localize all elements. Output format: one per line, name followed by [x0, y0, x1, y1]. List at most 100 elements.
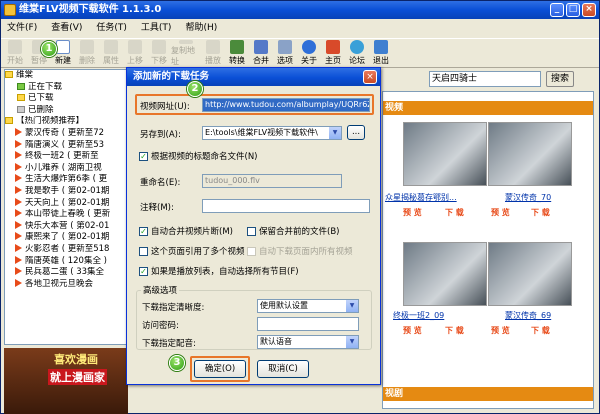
- arrow-icon: [15, 127, 22, 136]
- tree-item[interactable]: 小儿难养 ( 湖南卫视: [5, 162, 127, 175]
- saveas-select[interactable]: E:\tools\维棠FLV视频下载软件\ ▼: [202, 126, 342, 140]
- options-icon: [278, 40, 292, 54]
- tree-item[interactable]: 天天向上 ( 第02-01期: [5, 197, 127, 210]
- convert-icon: [230, 40, 244, 54]
- dub-select[interactable]: 默认语音 ▼: [257, 335, 359, 349]
- ad-banner[interactable]: 喜欢漫画 就上漫画家: [4, 348, 128, 414]
- note-field[interactable]: [202, 199, 370, 213]
- app-title: 维棠FLV视频下载软件 1.1.3.0: [19, 4, 162, 15]
- merge-button[interactable]: 合并: [249, 39, 273, 67]
- tree-item[interactable]: 终极一班2 ( 更新至: [5, 151, 127, 163]
- rename-field[interactable]: tudou_000.flv: [202, 174, 342, 188]
- video-caption[interactable]: 蒙汉传奇_70: [505, 192, 551, 203]
- password-field[interactable]: [257, 317, 359, 331]
- ok-highlight: [190, 356, 250, 382]
- forum-icon: [350, 40, 364, 54]
- download-link[interactable]: 下 载: [445, 325, 464, 336]
- convert-button[interactable]: 转换: [225, 39, 249, 67]
- search-input[interactable]: 天启四骑士: [429, 71, 541, 87]
- tree-item[interactable]: 快乐大本营 ( 第02-01: [5, 220, 127, 233]
- advanced-label: 高级选项: [141, 284, 180, 296]
- preview-link[interactable]: 预 览: [403, 325, 422, 336]
- multi-video-checkbox[interactable]: 这个页面引用了多个视频: [139, 245, 245, 257]
- arrow-icon: [15, 267, 22, 276]
- tree-item[interactable]: 隋唐演义 ( 更新至53: [5, 139, 127, 152]
- media-icon: [206, 40, 220, 54]
- video-thumbnail[interactable]: [488, 242, 572, 306]
- tree-item[interactable]: 各地卫视元旦晚会: [5, 278, 127, 291]
- menu-view[interactable]: 查看(V): [51, 19, 82, 37]
- preview-link[interactable]: 预 览: [491, 325, 510, 336]
- menu-help[interactable]: 帮助(H): [185, 19, 217, 37]
- download-link[interactable]: 下 载: [531, 207, 550, 218]
- dialog-close-button[interactable]: ×: [363, 70, 377, 84]
- tree-item[interactable]: 民兵葛二蛋 ( 33集全: [5, 267, 127, 279]
- video-thumbnail[interactable]: [488, 122, 572, 186]
- web-panel: 视频 众星揭秘葛存鄂别... 预 览 下 载 蒙汉传奇_70 预 览 下 载 终…: [382, 91, 594, 409]
- keep-before-merge-checkbox[interactable]: 保留合并前的文件(B): [247, 225, 339, 237]
- tree-item[interactable]: 蒙汉传奇 ( 更新至72: [5, 127, 127, 140]
- close-button[interactable]: ×: [582, 3, 596, 17]
- tree-item-downloading[interactable]: 正在下载: [5, 82, 127, 94]
- section-header: 视剧: [383, 387, 593, 401]
- arrow-icon: [15, 174, 22, 183]
- download-link[interactable]: 下 载: [531, 325, 550, 336]
- menu-tools[interactable]: 工具(T): [141, 19, 172, 37]
- tree-item[interactable]: 康熙来了 ( 第02-01期: [5, 232, 127, 244]
- new-file-icon: [56, 40, 70, 54]
- merge-icon: [254, 40, 268, 54]
- download-link[interactable]: 下 载: [445, 207, 464, 218]
- tree-item[interactable]: 我是歌手 ( 第02-01期: [5, 185, 127, 198]
- video-thumbnail[interactable]: [403, 242, 487, 306]
- tree-item[interactable]: 生活大爆炸第6季 ( 更: [5, 174, 127, 186]
- about-button[interactable]: 关于: [297, 39, 321, 67]
- dialog-title: 添加新的下载任务: [127, 68, 380, 86]
- properties-button[interactable]: 属性: [99, 39, 123, 67]
- saveas-label: 另存到(A):: [140, 130, 181, 140]
- tree-item[interactable]: 火影忍者 ( 更新至518: [5, 243, 127, 256]
- video-caption[interactable]: 众星揭秘葛存鄂别...: [385, 192, 457, 203]
- move-up-button[interactable]: 上移: [123, 39, 147, 67]
- delete-button[interactable]: 删除: [75, 39, 99, 67]
- tree-item-hot[interactable]: 【热门视频推荐】: [5, 116, 127, 128]
- clarity-select[interactable]: 使用默认设置 ▼: [257, 299, 359, 313]
- folder-icon: [17, 82, 25, 90]
- folder-icon: [17, 94, 25, 102]
- forum-button[interactable]: 论坛: [345, 39, 369, 67]
- playlist-checkbox[interactable]: ✓ 如果是播放列表，自动选择所有节目(F): [139, 265, 299, 277]
- arrow-icon: [15, 278, 22, 287]
- tree-item-deleted[interactable]: 已删除: [5, 105, 127, 117]
- preview-link[interactable]: 预 览: [403, 207, 422, 218]
- preview-link[interactable]: 预 览: [491, 207, 510, 218]
- search-button[interactable]: 搜索: [546, 71, 574, 87]
- tree-item-downloaded[interactable]: 已下载: [5, 93, 127, 105]
- auto-download-all-checkbox[interactable]: 自动下载页面内所有视频: [247, 245, 353, 257]
- step-badge-2: 2: [187, 81, 203, 97]
- copy-icon: [179, 40, 193, 44]
- video-caption[interactable]: 终极一班2_09: [393, 310, 444, 321]
- homepage-button[interactable]: 主页: [321, 39, 345, 67]
- section-header: 视频: [383, 101, 593, 115]
- start-button[interactable]: 开始: [3, 39, 27, 67]
- video-caption[interactable]: 蒙汉传奇_69: [505, 310, 551, 321]
- menu-task[interactable]: 任务(T): [96, 19, 127, 37]
- video-thumbnail[interactable]: [403, 122, 487, 186]
- rename-by-title-checkbox[interactable]: ✓ 根据视频的标题命名文件(N): [139, 150, 258, 162]
- clarity-label: 下载指定清晰度:: [142, 303, 205, 313]
- tree-item[interactable]: 本山带徒上春晚 ( 更新: [5, 209, 127, 221]
- menu-file[interactable]: 文件(F): [7, 19, 37, 37]
- play-button[interactable]: 播放: [201, 39, 225, 67]
- minimize-button[interactable]: _: [550, 3, 564, 17]
- cancel-button[interactable]: 取消(C): [257, 360, 309, 378]
- copy-url-button[interactable]: 复制地址: [171, 39, 201, 67]
- arrow-icon: [15, 185, 22, 194]
- maximize-button[interactable]: □: [566, 3, 580, 17]
- options-button[interactable]: 选项: [273, 39, 297, 67]
- auto-merge-checkbox[interactable]: ✓ 自动合并视频片断(M): [139, 225, 233, 237]
- browse-button[interactable]: ...: [347, 125, 365, 140]
- tree-item[interactable]: 隋唐英雄 ( 120集全 ): [5, 255, 127, 268]
- tree-root[interactable]: 维棠: [5, 70, 127, 82]
- move-down-button[interactable]: 下移: [147, 39, 171, 67]
- exit-button[interactable]: 退出: [369, 39, 393, 67]
- exit-icon: [374, 40, 388, 54]
